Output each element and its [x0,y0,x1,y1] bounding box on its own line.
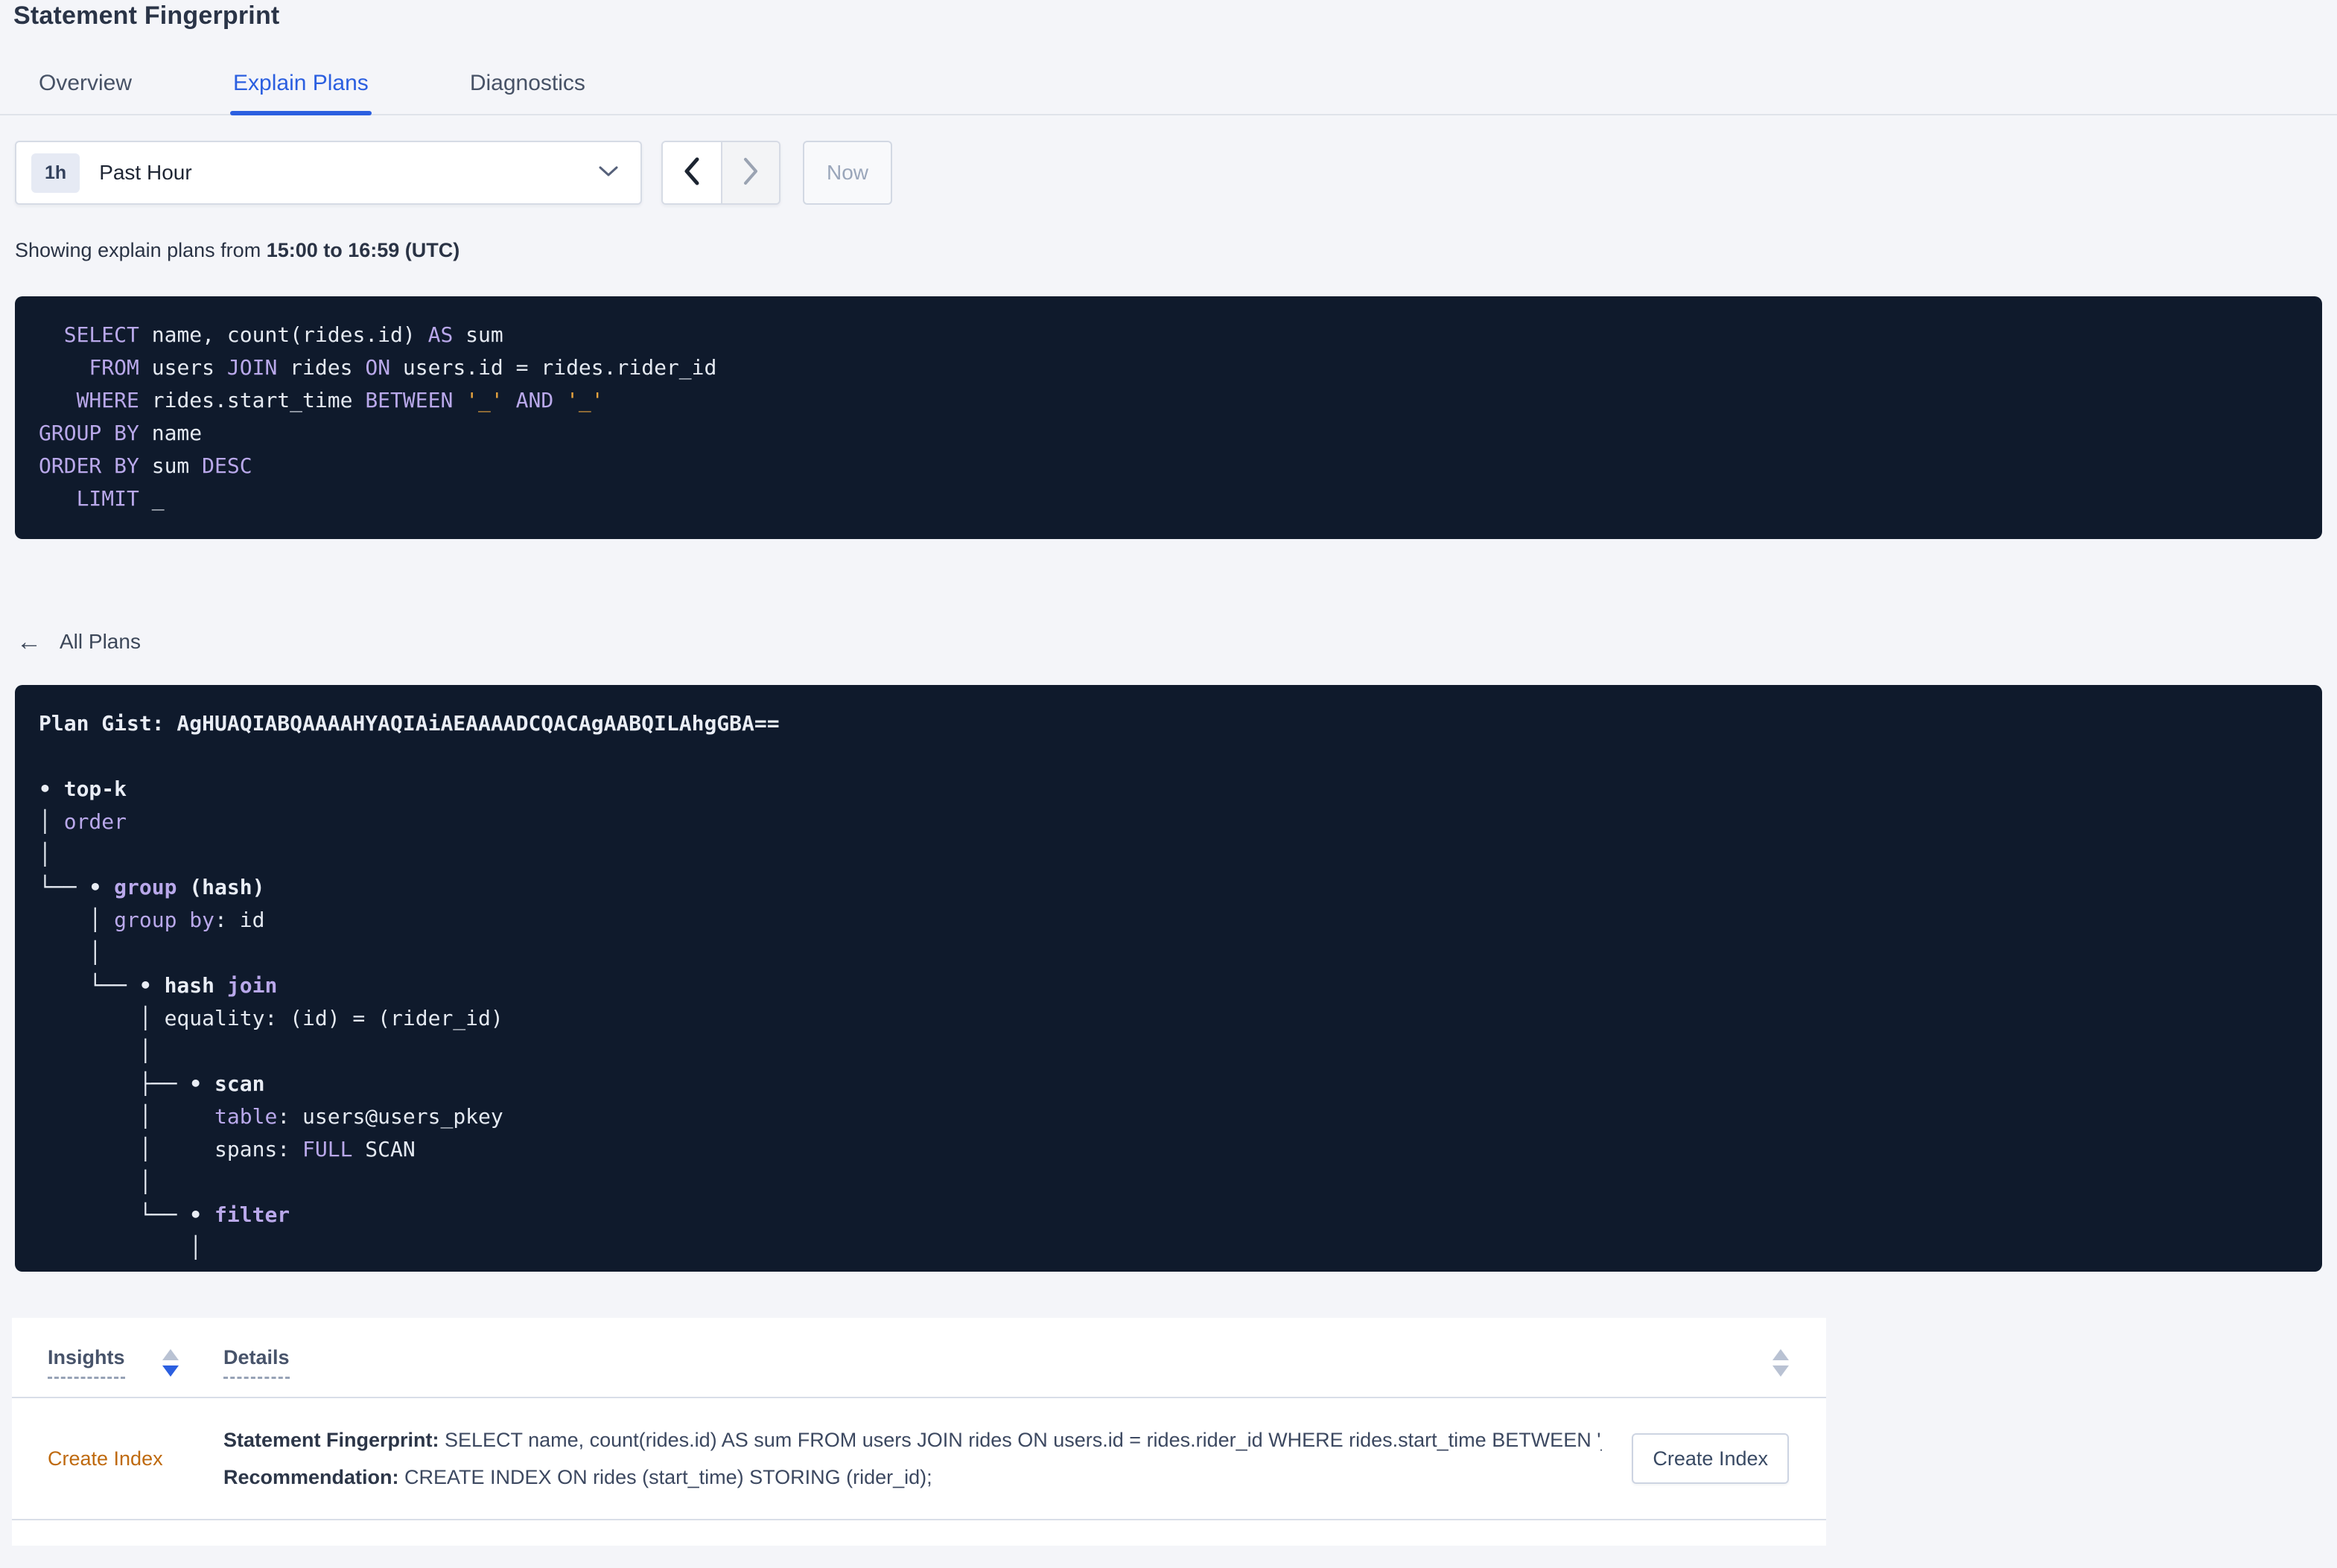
insight-type-cell: Create Index [48,1447,223,1470]
recommendation-line: Recommendation: CREATE INDEX ON rides (s… [223,1466,932,1488]
chevron-left-icon [682,156,702,190]
tab-explain-plans[interactable]: Explain Plans [230,71,372,115]
insights-column-label[interactable]: Insights [48,1346,125,1379]
tab-overview[interactable]: Overview [36,71,135,114]
now-button[interactable]: Now [803,141,893,205]
insights-column-header: Insights [48,1346,223,1397]
tab-diagnostics[interactable]: Diagnostics [467,71,588,114]
insights-sort-icon[interactable] [162,1349,179,1377]
back-arrow-icon: ← [16,628,42,656]
showing-range-text: Showing explain plans from 15:00 to 16:5… [15,239,460,261]
sort-up-icon [162,1349,179,1360]
sql-statement-block: SELECT name, count(rides.id) AS sum FROM… [15,296,2322,539]
create-index-button[interactable]: Create Index [1632,1433,1789,1484]
table-footer-spacer [12,1520,1826,1546]
sort-up-icon [1772,1349,1789,1360]
insight-details-cell: Statement Fingerprint: SELECT name, coun… [223,1421,1632,1496]
time-nav-group [661,141,780,205]
previous-time-button[interactable] [663,142,721,203]
all-plans-link[interactable]: ← All Plans [16,628,141,656]
plan-gist-block: Plan Gist: AgHUAQIABQAAAAHYAQIAiAEAAAADC… [15,685,2322,1272]
insights-table-header: Insights Details [12,1318,1826,1398]
table-row: Create Index Statement Fingerprint: SELE… [12,1398,1826,1520]
tab-bar: Overview Explain Plans Diagnostics [0,71,2337,115]
details-sort-icon[interactable] [1772,1349,1789,1377]
insights-table-card: Insights Details Create Index Statement … [12,1318,1826,1546]
page-title: Statement Fingerprint [13,1,280,30]
details-column-header: Details [223,1346,1789,1397]
time-range-value: 15:00 to 16:59 (UTC) [266,239,460,261]
time-range-badge: 1h [31,153,80,193]
statement-fingerprint-line: Statement Fingerprint: SELECT name, coun… [223,1429,1603,1451]
time-range-select[interactable]: 1h Past Hour [15,141,642,205]
all-plans-label: All Plans [60,630,141,653]
time-picker-row: 1h Past Hour Now [15,141,2337,205]
chevron-down-icon [597,164,620,182]
details-column-label[interactable]: Details [223,1346,290,1379]
sort-down-icon [162,1365,179,1377]
sort-down-icon [1772,1365,1789,1377]
time-range-label: Past Hour [99,161,192,184]
next-time-button[interactable] [721,142,779,203]
insight-type-link[interactable]: Create Index [48,1447,163,1470]
statement-fingerprint-page: Statement Fingerprint Overview Explain P… [0,0,2337,1568]
chevron-right-icon [741,156,760,190]
